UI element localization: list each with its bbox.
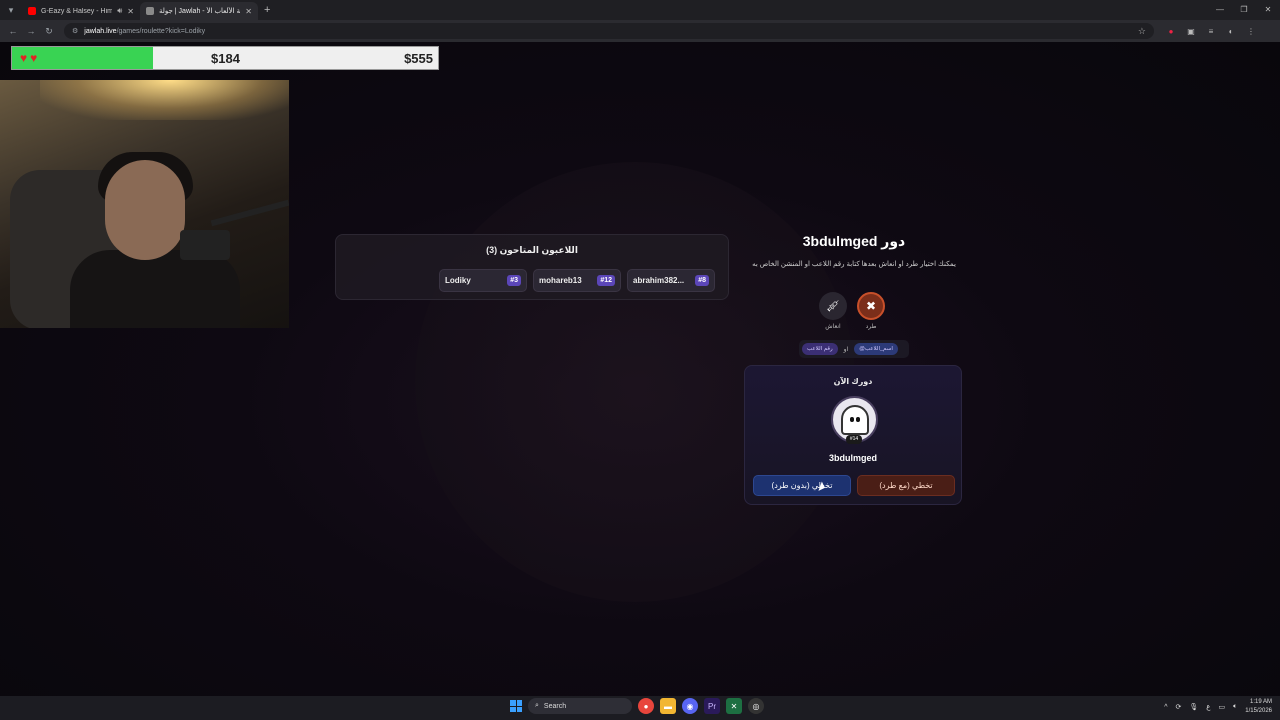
mic-icon[interactable]: 🎙︎: [1189, 703, 1198, 711]
tab-strip: ▾ G-Eazy & Halsey - Him & I 🔊︎ ✕ جولة | …: [0, 0, 1280, 20]
url-path: /games/roulette?kick=Lodiky: [116, 27, 206, 35]
jawlah-favicon-icon: [146, 7, 154, 15]
bookmark-star-icon[interactable]: ☆: [1138, 26, 1146, 37]
clock[interactable]: 1:19 AM 1/15/2026: [1245, 698, 1272, 716]
skip-without-kick-button[interactable]: تخطي (بدون طرد): [753, 475, 851, 496]
tab-search-icon[interactable]: ▾: [0, 0, 22, 20]
system-tray: ^ ⟳ 🎙︎ ع ▭ 🔈︎ 1:19 AM 1/15/2026: [1164, 698, 1272, 716]
search-placeholder: Search: [543, 702, 567, 710]
chevron-up-icon[interactable]: ^: [1164, 704, 1167, 711]
player-chip[interactable]: abrahim382... #8: [627, 269, 715, 292]
minimize-icon[interactable]: —: [1208, 0, 1232, 20]
tab-jawlah[interactable]: جولة | Jawlah - منصة الألعاب الأ... ✕: [140, 2, 258, 20]
kick-label: طرد: [865, 324, 877, 330]
or-text: او: [843, 346, 849, 353]
players-title: اللاعبون المتاحون (3): [486, 245, 578, 255]
player-name: abrahim382...: [633, 276, 685, 285]
game-page: ♥ ♥ $184 $555 اللاعبون المتاحون (3) Lodi…: [0, 42, 1280, 696]
site-info-icon[interactable]: ⚙︎: [72, 27, 78, 35]
chrome-icon[interactable]: ●: [638, 698, 654, 714]
extensions-area: ● ▣ ≡ ◐ ⋮: [1164, 27, 1258, 36]
maximize-icon[interactable]: ❐: [1232, 0, 1256, 20]
your-turn-label: دورك الآن: [833, 377, 873, 386]
speaker-icon[interactable]: 🔊︎: [117, 6, 122, 16]
date: 1/15/2026: [1245, 708, 1272, 714]
number-pill: رقم اللاعب: [802, 343, 838, 355]
kick-icon: ✖: [857, 292, 885, 320]
url-field[interactable]: ⚙︎ jawlah.live/games/roulette?kick=Lodik…: [64, 23, 1154, 39]
player-number-badge: #14: [846, 435, 862, 444]
skip-with-kick-button[interactable]: تخطي (مع طرد): [857, 475, 955, 496]
address-bar: ← → ↻ ⚙︎ jawlah.live/games/roulette?kick…: [0, 20, 1280, 42]
extension-icon[interactable]: ●: [1164, 27, 1178, 36]
turn-description: يمكنك اختيار طرد او انعاش بعدها كتابة رق…: [752, 261, 956, 268]
kick-tool[interactable]: ✖ طرد: [856, 292, 886, 330]
hearts: ♥ ♥: [20, 51, 37, 65]
menu-icon[interactable]: ⋮: [1244, 27, 1258, 36]
puzzle-icon[interactable]: ▣: [1184, 27, 1198, 36]
file-explorer-icon[interactable]: ▬: [660, 698, 676, 714]
premiere-icon[interactable]: Pr: [704, 698, 720, 714]
input-hint-row: رقم اللاعب او @اسم_اللاعب: [799, 340, 909, 358]
network-icon[interactable]: ▭: [1218, 703, 1225, 711]
forward-icon[interactable]: →: [22, 26, 40, 36]
turn-title: دور 3bdulmged: [802, 233, 906, 249]
close-tab-icon[interactable]: ✕: [245, 7, 252, 16]
heart-icon: ♥: [20, 51, 28, 65]
mention-pill: @اسم_اللاعب: [854, 343, 898, 355]
taskbar-search[interactable]: ⌕ Search: [528, 698, 632, 714]
current-value: $184: [211, 51, 240, 66]
back-icon[interactable]: ←: [4, 26, 22, 36]
syringe-icon: 💉︎: [819, 292, 847, 320]
player-chip[interactable]: mohareb13 #12: [533, 269, 621, 292]
volume-icon[interactable]: 🔈︎: [1233, 703, 1237, 711]
player-number: #8: [695, 275, 709, 286]
discord-icon[interactable]: ◉: [682, 698, 698, 714]
tab-music[interactable]: G-Eazy & Halsey - Him & I 🔊︎ ✕: [22, 2, 140, 20]
tab-title: جولة | Jawlah - منصة الألعاب الأ...: [159, 8, 241, 15]
health-bar: ♥ ♥ $184 $555: [11, 46, 439, 70]
plus-icon[interactable]: +: [264, 4, 270, 16]
url-host: jawlah.live: [84, 27, 117, 35]
player-name: Lodiky: [445, 276, 471, 285]
heart-icon: ♥: [30, 51, 38, 65]
profile-icon[interactable]: ◐: [1224, 27, 1238, 36]
player-name: mohareb13: [539, 276, 582, 285]
player-number: #3: [507, 275, 521, 286]
tab-title: G-Eazy & Halsey - Him & I: [41, 7, 113, 15]
sync-icon[interactable]: ⟳: [1176, 703, 1182, 711]
taskbar: ⌕ Search ● ▬ ◉ Pr ✕ ◎ ^ ⟳ 🎙︎ ع ▭ 🔈︎ 1:19…: [0, 696, 1280, 720]
close-tab-icon[interactable]: ✕: [127, 7, 134, 16]
revive-tool[interactable]: 💉︎ انعاش: [818, 292, 848, 330]
ghost-icon: [840, 404, 869, 435]
available-players-card: اللاعبون المتاحون (3) Lodiky #3 mohareb1…: [335, 234, 729, 300]
close-window-icon[interactable]: ✕: [1256, 0, 1280, 20]
excel-icon[interactable]: ✕: [726, 698, 742, 714]
obs-icon[interactable]: ◎: [748, 698, 764, 714]
revive-label: انعاش: [825, 324, 841, 330]
media-icon[interactable]: ≡: [1204, 27, 1218, 36]
window-controls: — ❐ ✕: [1208, 0, 1280, 20]
target-value: $555: [404, 51, 433, 66]
current-username: 3bdulmged: [828, 453, 877, 463]
search-icon: ⌕: [535, 702, 539, 709]
language-indicator[interactable]: ع: [1206, 703, 1210, 711]
player-number: #12: [597, 275, 615, 286]
action-tools: 💉︎ انعاش ✖ طرد: [818, 292, 886, 330]
windows-start-icon[interactable]: [510, 700, 522, 712]
player-chip[interactable]: Lodiky #3: [439, 269, 527, 292]
microphone: [180, 230, 230, 260]
reload-icon[interactable]: ↻: [40, 26, 58, 37]
youtube-icon: [28, 7, 36, 15]
webcam-overlay: [0, 80, 289, 328]
current-turn-card: دورك الآن #14 3bdulmged تخطي (بدون طرد) …: [744, 365, 962, 505]
time: 1:19 AM: [1249, 699, 1272, 705]
